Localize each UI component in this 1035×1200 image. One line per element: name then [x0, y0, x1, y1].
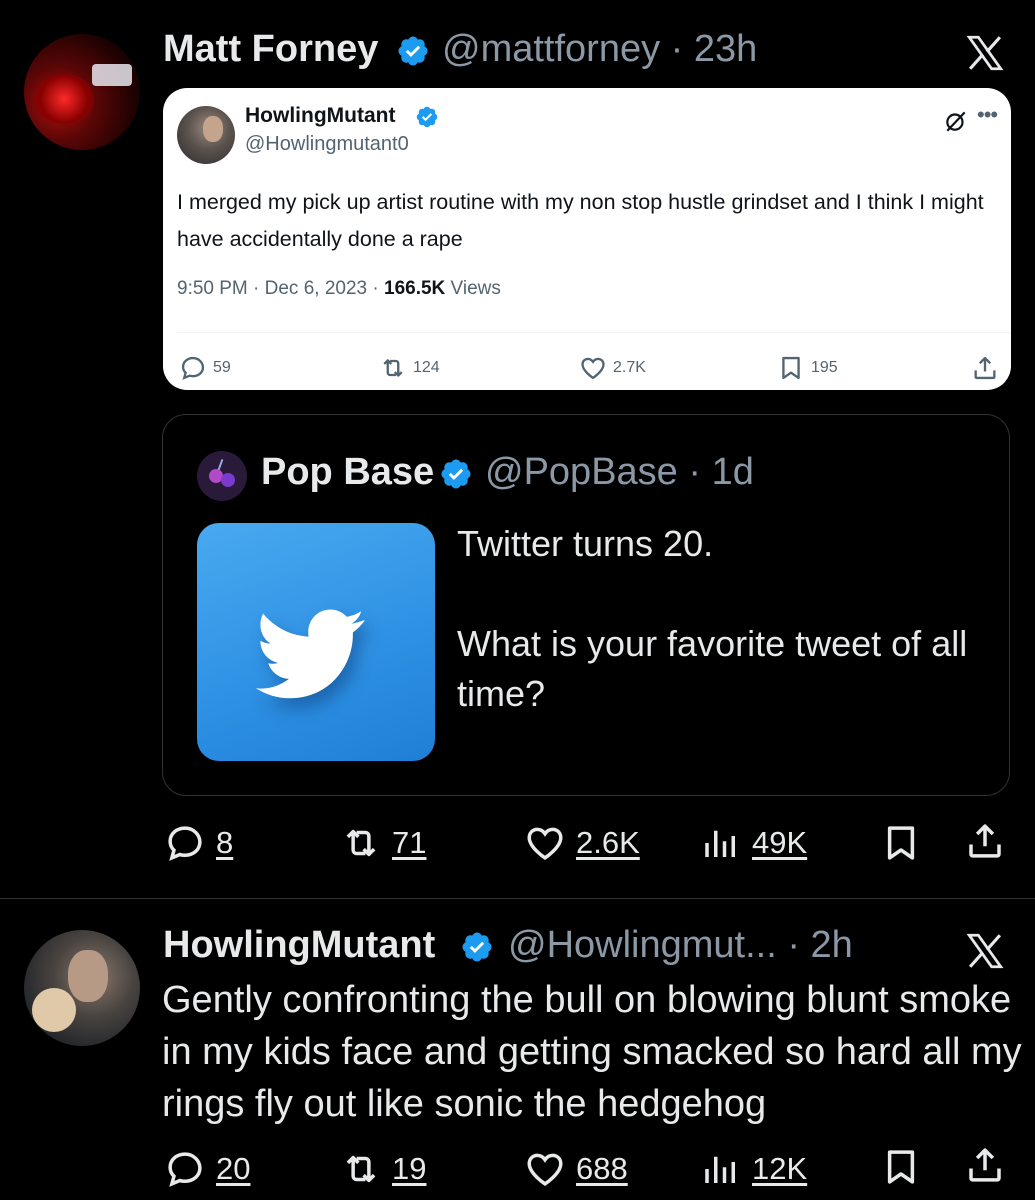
reply-count: 8	[216, 825, 234, 860]
verified-badge-icon	[439, 457, 473, 491]
embedded-like-count: 2.7K	[613, 359, 646, 376]
embedded-handle: @Howlingmutant0	[245, 133, 409, 155]
retweet-count: 19	[392, 1151, 427, 1186]
reply-button[interactable]: 20	[164, 1148, 250, 1190]
reply-icon	[164, 822, 206, 864]
howlingmutant-avatar	[177, 106, 235, 164]
share-icon[interactable]	[964, 820, 1006, 862]
quoted-tweet[interactable]: Pop Base @PopBase · 1d Twitter turns 20.…	[162, 414, 1010, 796]
verified-badge-icon	[396, 34, 430, 68]
tweet2-text: Gently confronting the bull on blowing b…	[162, 979, 1022, 1125]
x-logo-icon	[964, 930, 1006, 972]
views-button[interactable]: 12K	[700, 1148, 807, 1190]
embedded-reply: 59	[179, 354, 231, 382]
share-icon	[971, 354, 999, 382]
views-button[interactable]: 49K	[700, 822, 807, 864]
quoted-tweet-text: Twitter turns 20. What is your favorite …	[457, 523, 968, 714]
tweet-divider	[0, 898, 1035, 899]
retweet-button[interactable]: 19	[340, 1148, 426, 1190]
tweet1-handle-time[interactable]: @mattforney · 23h	[442, 28, 757, 71]
quoted-author-name: Pop Base	[261, 451, 435, 493]
avatar-detail	[32, 988, 76, 1032]
reply-icon	[179, 354, 207, 382]
embedded-tweet-meta: 9:50 PM · Dec 6, 2023 · 166.5K Views	[177, 278, 501, 300]
embedded-retweet: 124	[379, 354, 440, 382]
like-count: 688	[576, 1151, 628, 1186]
share-icon[interactable]	[964, 1144, 1006, 1186]
avatar-detail	[68, 950, 108, 1002]
embedded-tweet-screenshot[interactable]: HowlingMutant @Howlingmutant0 ••• I merg…	[163, 88, 1011, 390]
retweet-count: 71	[392, 825, 427, 860]
bookmark-icon[interactable]	[880, 822, 922, 864]
verified-badge-icon	[460, 930, 494, 964]
reply-icon	[164, 1148, 206, 1190]
embedded-like: 2.7K	[579, 354, 646, 382]
bookmark-icon	[777, 354, 805, 382]
retweet-icon	[340, 1148, 382, 1190]
retweet-icon	[340, 822, 382, 864]
twitter-logo-image[interactable]	[197, 523, 435, 761]
matt-forney-avatar[interactable]	[24, 34, 140, 150]
embedded-bookmark-count: 195	[811, 359, 838, 376]
embedded-bookmark: 195	[777, 354, 838, 382]
views-count: 12K	[752, 1151, 808, 1186]
embedded-views-count: 166.5K	[384, 278, 446, 299]
reply-count: 20	[216, 1151, 251, 1186]
divider	[177, 332, 1011, 333]
embedded-share	[971, 354, 999, 382]
quoted-handle-time: @PopBase · 1d	[485, 451, 754, 493]
views-count: 49K	[752, 825, 808, 860]
like-button[interactable]: 2.6K	[524, 822, 640, 864]
avatar-detail	[92, 64, 132, 86]
retweet-icon	[379, 354, 407, 382]
reply-button[interactable]: 8	[164, 822, 233, 864]
retweet-button[interactable]: 71	[340, 822, 426, 864]
more-icon: •••	[977, 102, 998, 127]
embedded-views-label: Views	[445, 278, 501, 299]
avatar-detail	[34, 74, 94, 124]
grok-icon	[946, 111, 966, 132]
embedded-reply-count: 59	[213, 359, 231, 376]
like-icon	[579, 354, 607, 382]
embedded-tweet-text: I merged my pick up artist routine with …	[177, 190, 984, 251]
embedded-time-date: 9:50 PM · Dec 6, 2023 ·	[177, 278, 384, 299]
howlingmutant-avatar[interactable]	[24, 930, 140, 1046]
bookmark-icon[interactable]	[880, 1146, 922, 1188]
views-icon	[700, 822, 742, 864]
embedded-author-name: HowlingMutant	[245, 104, 396, 127]
tweet2-author-name[interactable]: HowlingMutant	[163, 924, 435, 967]
embedded-retweet-count: 124	[413, 359, 440, 376]
verified-badge-icon	[415, 105, 439, 129]
like-icon	[524, 822, 566, 864]
twitter-bird-icon	[255, 609, 365, 699]
like-count: 2.6K	[576, 825, 640, 860]
pop-base-avatar	[197, 451, 247, 501]
tweet1-author-name[interactable]: Matt Forney	[163, 28, 378, 71]
views-icon	[700, 1148, 742, 1190]
like-icon	[524, 1148, 566, 1190]
like-button[interactable]: 688	[524, 1148, 628, 1190]
tweet2-handle-time[interactable]: @Howlingmut... · 2h	[508, 924, 853, 967]
x-logo-icon	[964, 32, 1006, 74]
